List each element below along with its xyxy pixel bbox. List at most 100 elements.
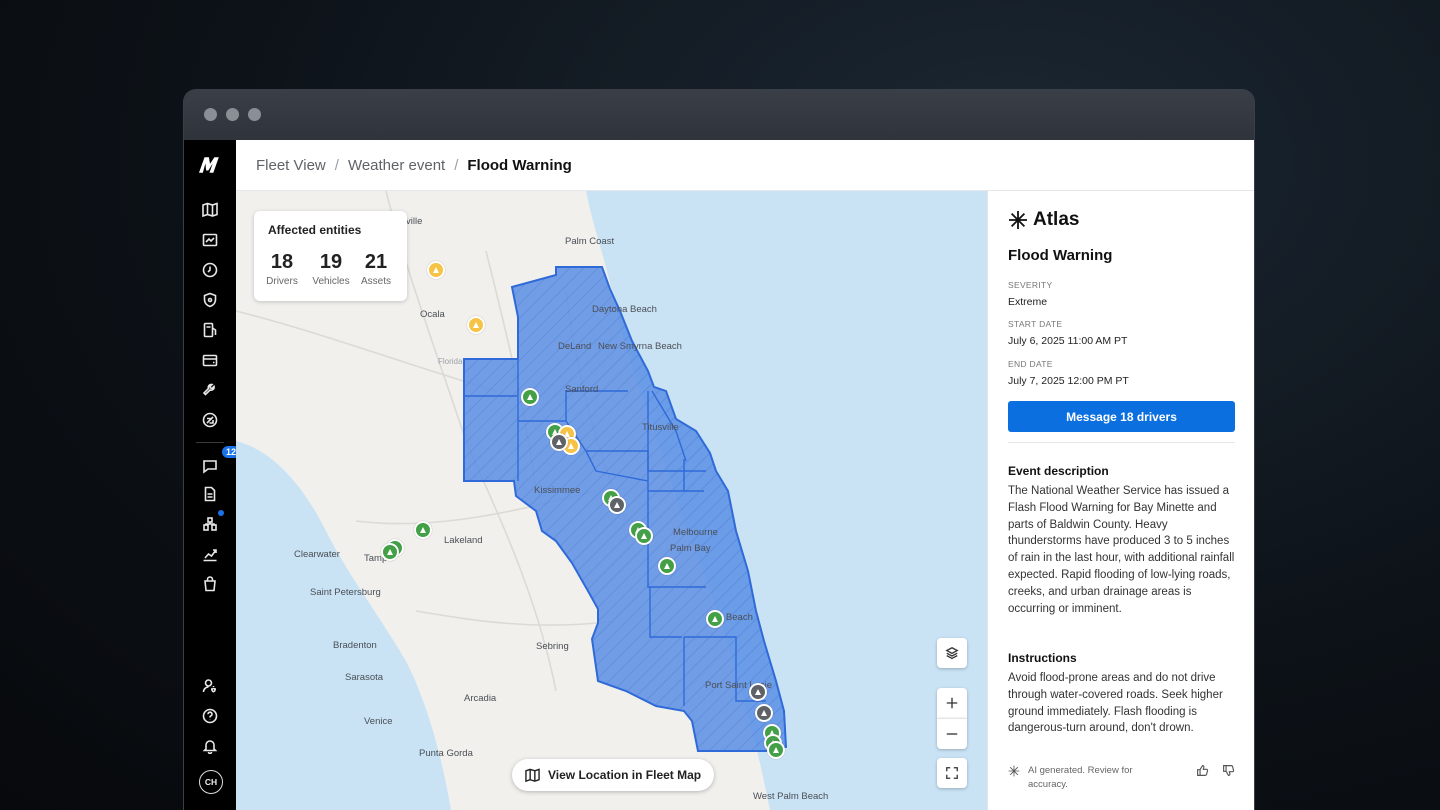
event-description-heading: Event description [1008, 464, 1109, 478]
event-title: Flood Warning [1008, 247, 1113, 264]
map-view[interactable]: Palm Coast Daytona Beach DeLand New Smyr… [236, 191, 987, 810]
city-label: ville [406, 216, 423, 227]
thumbs-up-icon[interactable] [1196, 764, 1209, 777]
dashboard-icon[interactable] [198, 228, 222, 252]
vehicle-marker[interactable] [749, 683, 767, 701]
city-label: Venice [364, 716, 393, 727]
severity-label: SEVERITY [1008, 280, 1053, 290]
window-minimize-dot[interactable] [226, 108, 239, 121]
ai-generated-note: AI generated. Review for accuracy. [1028, 765, 1133, 790]
window-titlebar [184, 90, 1254, 140]
vehicle-marker[interactable] [550, 433, 568, 451]
city-label: New Smyrna Beach [598, 341, 682, 352]
org-chart-icon[interactable] [198, 510, 224, 536]
avatar-initials: CH [204, 777, 218, 787]
vehicle-marker[interactable] [608, 496, 626, 514]
vehicle-marker[interactable] [755, 704, 773, 722]
shield-icon[interactable] [198, 288, 222, 312]
driver-marker[interactable] [635, 527, 653, 545]
route-icon[interactable] [198, 408, 222, 432]
stat-label: Drivers [266, 276, 298, 287]
driver-marker[interactable] [521, 388, 539, 406]
sparkle-icon [1009, 211, 1027, 229]
view-in-fleet-map-button[interactable]: View Location in Fleet Map [512, 759, 715, 791]
city-label: Sebring [536, 641, 569, 652]
city-label: West Palm Beach [753, 791, 829, 802]
region-label: Florida [438, 357, 463, 366]
plus-icon [946, 697, 958, 709]
view-in-fleet-map-label: View Location in Fleet Map [548, 768, 702, 782]
affected-entities-title: Affected entities [268, 223, 362, 237]
chat-icon[interactable]: 12 [198, 446, 241, 478]
atlas-brand: Atlas [1033, 209, 1080, 230]
user-settings-icon[interactable] [198, 674, 222, 698]
document-icon[interactable] [198, 482, 222, 506]
fuel-icon[interactable] [198, 318, 222, 342]
zoom-in-button[interactable] [937, 688, 967, 718]
sidebar-divider [196, 442, 224, 443]
instructions-heading: Instructions [1008, 651, 1077, 665]
driver-marker[interactable] [658, 557, 676, 575]
breadcrumb-fleet-view[interactable]: Fleet View [256, 157, 326, 174]
stat-label: Assets [360, 276, 391, 287]
stat-value: 18 [270, 251, 294, 273]
city-label: Palm Bay [670, 543, 711, 554]
breadcrumb-weather-event[interactable]: Weather event [348, 157, 445, 174]
sparkle-icon [1008, 765, 1020, 777]
city-label: Ocala [420, 309, 445, 320]
instructions-text: Avoid flood-prone areas and do not drive… [1008, 672, 1223, 735]
notification-dot [218, 510, 224, 516]
city-label: Titusville [642, 422, 679, 433]
city-label: Sanford [565, 384, 599, 395]
driver-marker[interactable] [414, 521, 432, 539]
city-label: Daytona Beach [592, 304, 657, 315]
atlas-logo: Atlas [1008, 209, 1079, 231]
app-window: 12 CH Fleet View / Weather event / Flood… [184, 90, 1254, 810]
minus-icon [946, 733, 958, 735]
city-label: Palm Coast [565, 236, 615, 247]
zoom-out-button[interactable] [937, 718, 967, 749]
asset-marker[interactable] [427, 261, 445, 279]
breadcrumb: Fleet View / Weather event / Flood Warni… [236, 140, 1254, 191]
ai-feedback-footer: AI generated. Review for accuracy. [1008, 763, 1236, 793]
driver-marker[interactable] [706, 610, 724, 628]
map-icon[interactable] [198, 198, 222, 222]
fullscreen-icon [946, 767, 958, 779]
bag-icon[interactable] [198, 572, 222, 596]
help-icon[interactable] [198, 704, 222, 728]
wrench-icon[interactable] [198, 378, 222, 402]
thumbs-down-icon[interactable] [1222, 764, 1235, 777]
sidebar: 12 CH [184, 140, 241, 810]
severity-value: Extreme [1008, 296, 1048, 308]
wallet-icon[interactable] [198, 348, 222, 372]
city-label: Kissimmee [534, 485, 581, 496]
breadcrumb-separator: / [454, 156, 459, 174]
city-label: Arcadia [464, 693, 497, 704]
fullscreen-button[interactable] [937, 758, 967, 788]
city-label: Punta Gorda [419, 748, 473, 759]
window-close-dot[interactable] [204, 108, 217, 121]
start-date-value: July 6, 2025 11:00 AM PT [1008, 335, 1128, 347]
assets-stat: 21 Assets [354, 251, 398, 287]
window-maximize-dot[interactable] [248, 108, 261, 121]
driver-marker[interactable] [381, 543, 399, 561]
bell-icon[interactable] [198, 734, 222, 758]
asset-marker[interactable] [467, 316, 485, 334]
trends-icon[interactable] [198, 542, 222, 566]
avatar[interactable]: CH [199, 770, 223, 794]
city-label: Lakeland [444, 535, 483, 546]
city-label: Clearwater [294, 549, 340, 560]
drivers-stat: 18 Drivers [260, 251, 304, 287]
logo-icon[interactable] [198, 153, 222, 177]
breadcrumb-separator: / [334, 156, 339, 174]
city-label: DeLand [558, 341, 592, 352]
layers-button[interactable] [937, 638, 967, 668]
driver-marker[interactable] [767, 741, 785, 759]
panel-divider [1008, 442, 1235, 443]
city-label: Saint Petersburg [310, 587, 381, 598]
atlas-panel: Atlas Flood Warning SEVERITY Extreme STA… [987, 191, 1254, 810]
layers-icon [945, 647, 959, 660]
message-drivers-button[interactable]: Message 18 drivers [1008, 401, 1235, 432]
affected-entities-card: Affected entities 18 Drivers 19 Vehicles… [254, 211, 407, 301]
clock-icon[interactable] [198, 258, 222, 282]
